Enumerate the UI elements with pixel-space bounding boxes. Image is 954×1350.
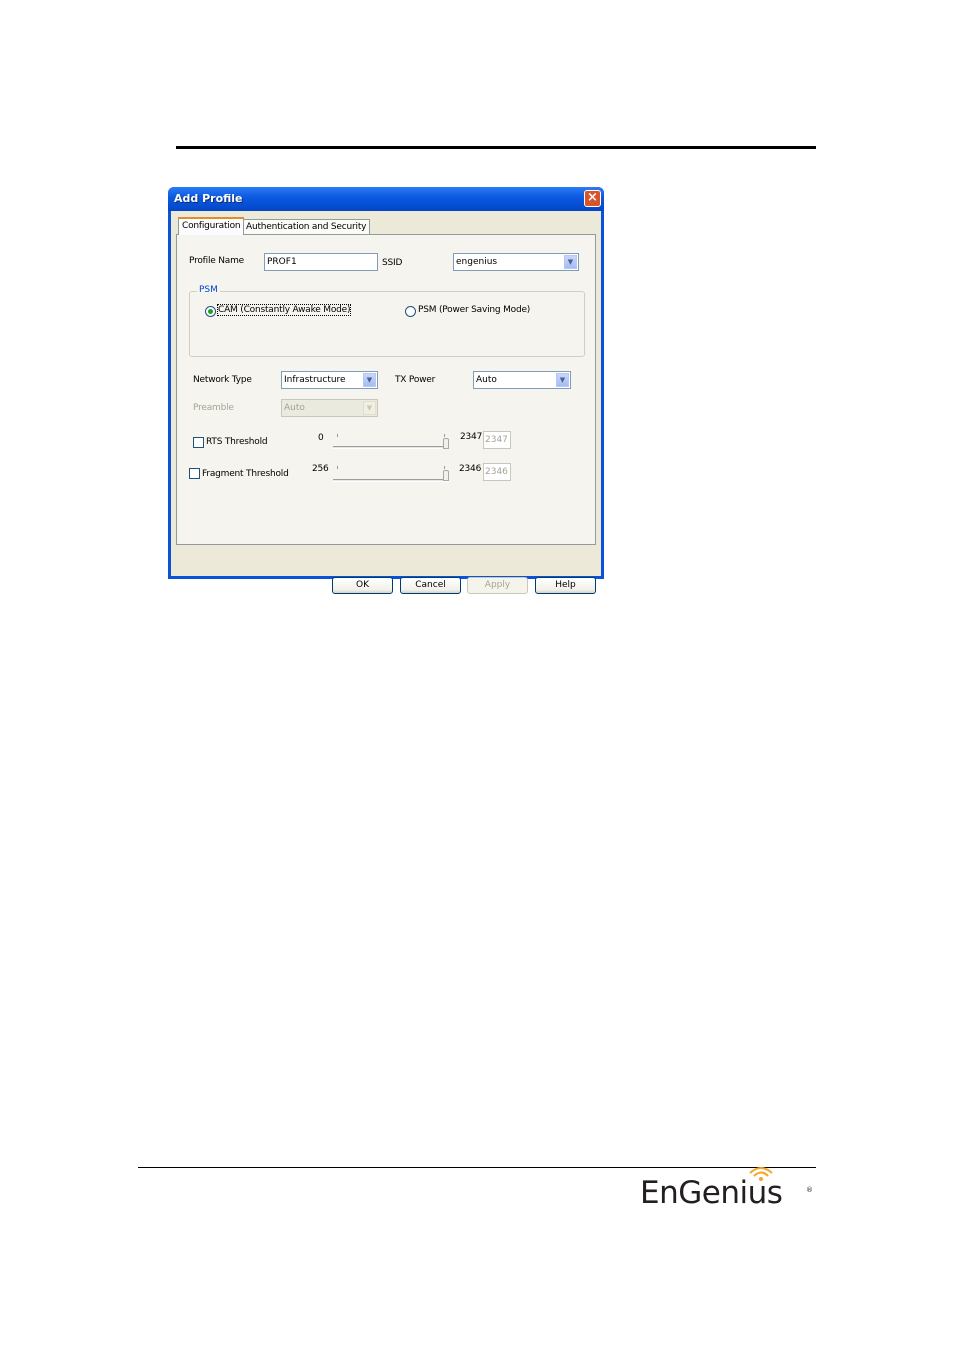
rts-slider-track (333, 446, 449, 449)
network-type-select[interactable]: Infrastructure ▼ (281, 371, 378, 389)
rts-slider-thumb (443, 438, 449, 449)
fragment-threshold-label[interactable]: Fragment Threshold (202, 469, 289, 479)
fragment-max-label: 2346 (459, 464, 482, 474)
rts-value-field: 2347 (483, 431, 511, 449)
profile-name-value: PROF1 (267, 257, 297, 267)
ok-button-label: OK (356, 580, 369, 590)
tx-power-label: TX Power (395, 375, 436, 385)
close-button[interactable]: × (584, 190, 601, 207)
preamble-value: Auto (284, 403, 305, 413)
configuration-panel: Profile Name PROF1 SSID engenius ▼ PSM C… (176, 234, 596, 545)
fragment-min-label: 256 (312, 464, 329, 474)
fragment-value: 2346 (485, 467, 508, 477)
close-icon: × (587, 190, 598, 205)
engenius-logo: ® EnGenius (640, 1162, 812, 1212)
chevron-down-icon: ▼ (363, 401, 376, 415)
ssid-value: engenius (456, 257, 498, 267)
add-profile-dialog: Add Profile × Configuration Authenticati… (168, 187, 604, 594)
apply-button-label: Apply (484, 580, 511, 590)
tab-label: Authentication and Security (246, 222, 367, 232)
fragment-slider-tick (337, 466, 338, 469)
network-type-value: Infrastructure (284, 375, 346, 385)
rts-slider-tick (337, 434, 338, 437)
help-button[interactable]: Help (535, 577, 596, 594)
dialog-title: Add Profile (174, 192, 243, 205)
fragment-threshold-checkbox[interactable] (189, 468, 200, 479)
profile-name-label: Profile Name (189, 256, 244, 266)
chevron-down-icon[interactable]: ▼ (363, 373, 376, 387)
ssid-label: SSID (382, 258, 403, 268)
psm-radio-label[interactable]: PSM (Power Saving Mode) (418, 305, 530, 315)
fragment-slider-track (333, 479, 449, 482)
fragment-slider-thumb (443, 470, 449, 481)
psm-radio[interactable] (405, 306, 416, 317)
chevron-down-icon[interactable]: ▼ (564, 255, 577, 269)
rts-threshold-checkbox[interactable] (193, 437, 204, 448)
profile-name-input[interactable]: PROF1 (264, 253, 378, 271)
preamble-select: Auto ▼ (281, 399, 378, 417)
psm-group-label: PSM (197, 285, 220, 295)
header-rule (176, 146, 816, 149)
tx-power-select[interactable]: Auto ▼ (473, 371, 571, 389)
tx-power-value: Auto (476, 375, 497, 385)
cam-radio-label[interactable]: CAM (Constantly Awake Mode) (216, 304, 352, 316)
rts-min-label: 0 (318, 433, 324, 443)
psm-group: PSM CAM (Constantly Awake Mode) PSM (Pow… (189, 285, 585, 357)
title-bar[interactable]: Add Profile × (168, 187, 604, 211)
dialog-client: Configuration Authentication and Securit… (171, 211, 601, 594)
preamble-label: Preamble (193, 403, 234, 413)
logo-wordmark: EnGenius (640, 1175, 783, 1211)
svg-text:®: ® (806, 1186, 812, 1194)
tab-configuration[interactable]: Configuration (178, 217, 245, 235)
tab-authentication-security[interactable]: Authentication and Security (242, 219, 371, 234)
rts-threshold-label[interactable]: RTS Threshold (206, 437, 268, 447)
fragment-value-field: 2346 (483, 463, 511, 481)
rts-max-label: 2347 (460, 432, 483, 442)
chevron-down-icon[interactable]: ▼ (556, 373, 569, 387)
ssid-select[interactable]: engenius ▼ (453, 253, 579, 271)
cancel-button[interactable]: Cancel (400, 577, 461, 594)
network-type-label: Network Type (193, 375, 252, 385)
cam-radio[interactable] (205, 306, 216, 317)
fragment-slider-tick (444, 466, 445, 469)
ok-button[interactable]: OK (332, 577, 393, 594)
apply-button: Apply (467, 577, 528, 594)
cancel-button-label: Cancel (415, 580, 446, 590)
tab-label: Configuration (182, 221, 241, 231)
help-button-label: Help (555, 580, 576, 590)
rts-slider-tick (444, 434, 445, 437)
rts-value: 2347 (485, 435, 508, 445)
